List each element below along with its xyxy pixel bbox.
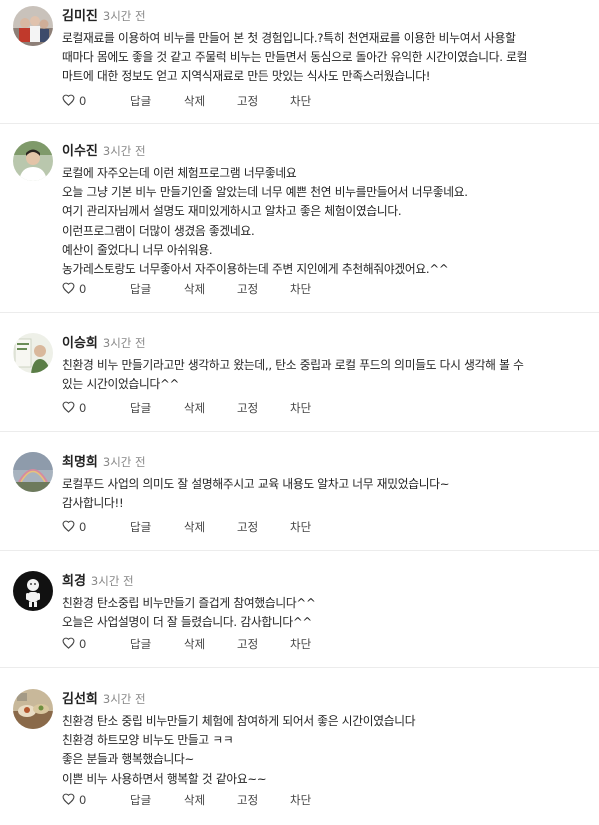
heart-icon: [62, 282, 75, 294]
comment-time: 3시간 전: [102, 144, 146, 158]
block-button[interactable]: 차단: [290, 635, 311, 653]
heart-icon: [62, 793, 75, 805]
block-button[interactable]: 차단: [290, 399, 311, 417]
avatar[interactable]: [13, 6, 53, 46]
reply-button[interactable]: 답글: [130, 518, 151, 536]
group-photo-avatar-icon: [13, 6, 53, 46]
heart-icon: [62, 520, 75, 532]
like-count: 0: [79, 520, 87, 534]
person-photo-avatar-icon: [13, 141, 53, 181]
like-count: 0: [79, 282, 87, 296]
block-button[interactable]: 차단: [290, 280, 311, 298]
heart-icon: [62, 94, 75, 106]
comment-text: 로컬에 자주오는데 이런 체험프로그램 너무좋네요 오늘 그냥 기본 비누 만들…: [62, 166, 468, 277]
pin-button[interactable]: 고정: [237, 518, 258, 536]
character-avatar-icon: [13, 571, 53, 611]
pin-button[interactable]: 고정: [237, 399, 258, 417]
avatar[interactable]: [13, 452, 53, 492]
like-button[interactable]: 0: [62, 791, 86, 809]
like-button[interactable]: 0: [62, 518, 86, 536]
food-photo-avatar-icon: [13, 689, 53, 729]
block-button[interactable]: 차단: [290, 791, 311, 809]
comment-author[interactable]: 이승희: [62, 336, 98, 351]
comment-time: 3시간 전: [102, 9, 146, 23]
divider: [0, 667, 599, 668]
comment-text: 친환경 탄소중립 비누만들기 즐겁게 참여했습니다^^ 오늘은 사업설명이 더 …: [62, 596, 316, 630]
comment-item: 김선희 3시간 전 친환경 탄소 중립 비누만들기 체험에 참여하게 되어서 좋은…: [0, 689, 599, 819]
pin-button[interactable]: 고정: [237, 280, 258, 298]
block-button[interactable]: 차단: [290, 92, 311, 110]
comment-author[interactable]: 김미진: [62, 9, 98, 24]
like-button[interactable]: 0: [62, 635, 86, 653]
delete-button[interactable]: 삭제: [184, 635, 205, 653]
like-button[interactable]: 0: [62, 399, 86, 417]
like-button[interactable]: 0: [62, 92, 86, 110]
comment-actions: 0 답글 삭제 고정 차단: [62, 92, 392, 110]
avatar[interactable]: [13, 689, 53, 729]
heart-icon: [62, 401, 75, 413]
comment-item: 이승희 3시간 전 친환경 비누 만들기라고만 생각하고 왔는데,, 탄소 중립과…: [0, 333, 599, 433]
comment-author[interactable]: 희경: [62, 574, 86, 589]
sky-photo-avatar-icon: [13, 452, 53, 492]
comment-text: 친환경 비누 만들기라고만 생각하고 왔는데,, 탄소 중립과 로컬 푸드의 의…: [62, 358, 524, 392]
comment-actions: 0 답글 삭제 고정 차단: [62, 280, 392, 298]
like-count: 0: [79, 401, 87, 415]
comment-text: 로컬재료를 이용하여 비누를 만들어 본 첫 경험입니다.?특히 천연재료를 이…: [62, 31, 528, 84]
comment-time: 3시간 전: [102, 692, 146, 706]
comment-actions: 0 답글 삭제 고정 차단: [62, 635, 392, 653]
like-count: 0: [79, 793, 87, 807]
reply-button[interactable]: 답글: [130, 92, 151, 110]
card-photo-avatar-icon: [13, 333, 53, 373]
comment-author[interactable]: 이수진: [62, 144, 98, 159]
comment-time: 3시간 전: [102, 336, 146, 350]
reply-button[interactable]: 답글: [130, 791, 151, 809]
comment-time: 3시간 전: [90, 574, 134, 588]
divider: [0, 550, 599, 551]
pin-button[interactable]: 고정: [237, 92, 258, 110]
reply-button[interactable]: 답글: [130, 280, 151, 298]
delete-button[interactable]: 삭제: [184, 92, 205, 110]
divider: [0, 312, 599, 313]
like-count: 0: [79, 637, 87, 651]
delete-button[interactable]: 삭제: [184, 399, 205, 417]
delete-button[interactable]: 삭제: [184, 791, 205, 809]
pin-button[interactable]: 고정: [237, 791, 258, 809]
block-button[interactable]: 차단: [290, 518, 311, 536]
reply-button[interactable]: 답글: [130, 635, 151, 653]
pin-button[interactable]: 고정: [237, 635, 258, 653]
heart-icon: [62, 637, 75, 649]
comment-time: 3시간 전: [102, 455, 146, 469]
divider: [0, 123, 599, 124]
avatar[interactable]: [13, 571, 53, 611]
like-button[interactable]: 0: [62, 280, 86, 298]
reply-button[interactable]: 답글: [130, 399, 151, 417]
comment-actions: 0 답글 삭제 고정 차단: [62, 791, 392, 809]
delete-button[interactable]: 삭제: [184, 518, 205, 536]
comment-item: 희경 3시간 전 친환경 탄소중립 비누만들기 즐겁게 참여했습니다^^ 오늘은 …: [0, 571, 599, 671]
like-count: 0: [79, 94, 87, 108]
comment-text: 친환경 탄소 중립 비누만들기 체험에 참여하게 되어서 좋은 시간이였습니다 …: [62, 714, 416, 786]
divider: [0, 431, 599, 432]
comment-item: 김미진 3시간 전 로컬재료를 이용하여 비누를 만들어 본 첫 경험입니다.?특…: [0, 6, 599, 124]
comment-author[interactable]: 최명희: [62, 455, 98, 470]
comment-author[interactable]: 김선희: [62, 692, 98, 707]
avatar[interactable]: [13, 333, 53, 373]
delete-button[interactable]: 삭제: [184, 280, 205, 298]
comment-text: 로컬푸드 사업의 의미도 잘 설명해주시고 교육 내용도 알차고 너무 재밌었습…: [62, 477, 450, 511]
avatar[interactable]: [13, 141, 53, 181]
comment-item: 이수진 3시간 전 로컬에 자주오는데 이런 체험프로그램 너무좋네요 오늘 그냥…: [0, 141, 599, 319]
comment-item: 최명희 3시간 전 로컬푸드 사업의 의미도 잘 설명해주시고 교육 내용도 알차…: [0, 452, 599, 552]
comment-actions: 0 답글 삭제 고정 차단: [62, 399, 392, 417]
comment-actions: 0 답글 삭제 고정 차단: [62, 518, 392, 536]
